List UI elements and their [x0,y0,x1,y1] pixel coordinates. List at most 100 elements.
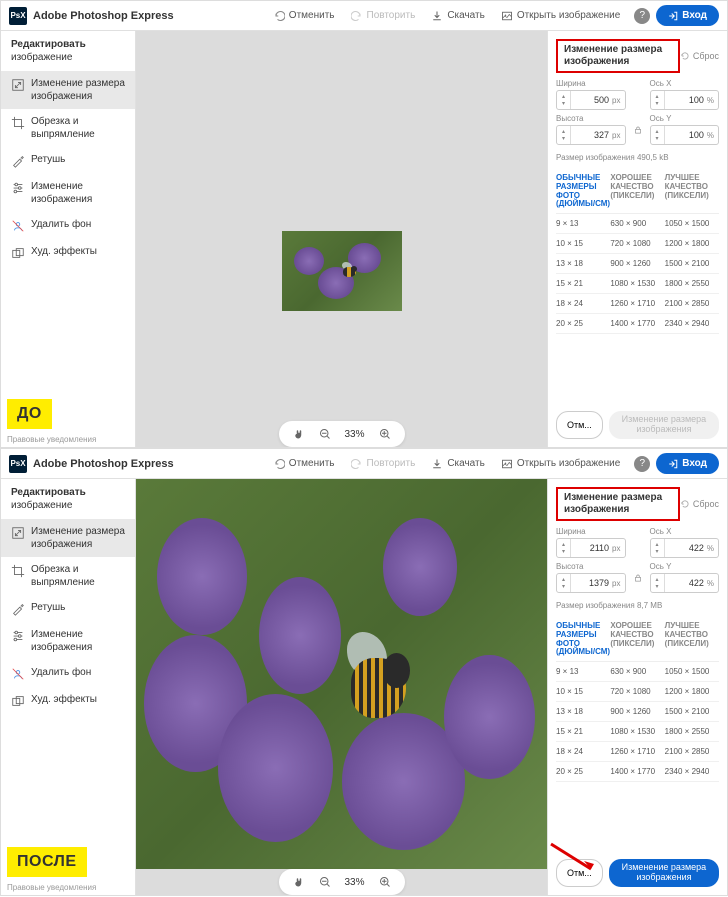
before-badge: ДО [7,399,52,429]
lock-icon[interactable] [633,125,643,135]
canvas: 33% [136,31,547,447]
crop-icon [11,116,25,130]
axisy-input[interactable]: ▴▾100% [650,125,720,145]
sidebar-item-resize[interactable]: Изменение размера изображения [1,71,135,109]
zoom-bar: 33% [278,869,404,895]
redo-button[interactable]: Повторить [343,454,424,474]
table-row[interactable]: 13 × 18900 × 12601500 × 2100 [556,702,719,722]
removebg-icon [11,667,25,681]
reset-button[interactable]: Сброс [680,499,719,509]
sidebar-item-resize[interactable]: Изменение размера изображения [1,519,135,557]
sidebar-item-removebg[interactable]: Удалить фон [1,660,135,687]
table-row[interactable]: 15 × 211080 × 15301800 × 2550 [556,274,719,294]
resize-icon [11,526,25,540]
sidebar-item-retouch[interactable]: Ретушь [1,595,135,622]
height-input[interactable]: ▴▾1379px [556,573,626,593]
sidebar-item-crop[interactable]: Обрезка и выпрямление [1,109,135,147]
right-panel: Изменение размера изображения Сброс Шири… [547,31,727,447]
stepper-icon[interactable]: ▴▾ [651,126,665,144]
width-input[interactable]: ▴▾2110px [556,538,626,558]
lock-icon[interactable] [633,573,643,583]
axisy-label: Ось Y [650,562,720,571]
table-row[interactable]: 18 × 241260 × 17102100 × 2850 [556,294,719,314]
stepper-icon[interactable]: ▴▾ [557,91,571,109]
table-row[interactable]: 10 × 15720 × 10801200 × 1800 [556,682,719,702]
apply-button[interactable]: Изменение размера изображения [609,411,719,439]
app-after: PsX Adobe Photoshop Express Отменить Пов… [0,448,728,896]
zoom-in-icon[interactable] [379,876,391,888]
legal-link[interactable]: Правовые уведомления [7,883,96,892]
help-icon[interactable]: ? [634,456,650,472]
login-button[interactable]: Вход [656,453,719,474]
apply-button[interactable]: Изменение размера изображения [609,859,719,887]
sidebar-item-adjust[interactable]: Изменение изображения [1,622,135,660]
sidebar-item-adjust[interactable]: Изменение изображения [1,174,135,212]
zoom-out-icon[interactable] [318,428,330,440]
download-icon [431,458,443,470]
axisy-input[interactable]: ▴▾422% [650,573,720,593]
download-button[interactable]: Скачать [423,454,493,474]
adjust-icon [11,629,25,643]
reset-button[interactable]: Сброс [680,51,719,61]
sidebar-item-crop[interactable]: Обрезка и выпрямление [1,557,135,595]
filesize: Размер изображения 8,7 MB [556,601,719,610]
sidebar-item-retouch[interactable]: Ретушь [1,147,135,174]
removebg-icon [11,219,25,233]
axisy-label: Ось Y [650,114,720,123]
sidebar-item-effects[interactable]: Худ. эффекты [1,239,135,266]
stepper-icon[interactable]: ▴▾ [557,574,571,592]
width-label: Ширина [556,527,626,536]
table-row[interactable]: 10 × 15720 × 10801200 × 1800 [556,234,719,254]
table-row[interactable]: 18 × 241260 × 17102100 × 2850 [556,742,719,762]
app-title: Adobe Photoshop Express [33,458,174,470]
table-row[interactable]: 20 × 251400 × 17702340 × 2940 [556,762,719,782]
sidebar-item-removebg[interactable]: Удалить фон [1,212,135,239]
open-image-button[interactable]: Открыть изображение [493,6,628,26]
width-input[interactable]: ▴▾500px [556,90,626,110]
axisx-input[interactable]: ▴▾100% [650,90,720,110]
table-row[interactable]: 9 × 13630 × 9001050 × 1500 [556,662,719,682]
help-icon[interactable]: ? [634,8,650,24]
redo-button[interactable]: Повторить [343,6,424,26]
app-logo: PsX [9,455,27,473]
canvas-image[interactable] [136,479,547,869]
app-title: Adobe Photoshop Express [33,10,174,22]
zoom-in-icon[interactable] [379,428,391,440]
table-row[interactable]: 9 × 13630 × 9001050 × 1500 [556,214,719,234]
open-image-button[interactable]: Открыть изображение [493,454,628,474]
retouch-icon [11,154,25,168]
stepper-icon[interactable]: ▴▾ [557,539,571,557]
download-button[interactable]: Скачать [423,6,493,26]
login-button[interactable]: Вход [656,5,719,26]
width-label: Ширина [556,79,626,88]
zoom-out-icon[interactable] [318,876,330,888]
stepper-icon[interactable]: ▴▾ [651,539,665,557]
reset-icon [680,499,690,509]
login-icon [668,459,678,469]
legal-link[interactable]: Правовые уведомления [7,435,96,444]
hand-icon[interactable] [292,876,304,888]
stepper-icon[interactable]: ▴▾ [651,574,665,592]
sidebar-item-effects[interactable]: Худ. эффекты [1,687,135,714]
panel-title: Изменение размера изображения [556,39,680,73]
undo-button[interactable]: Отменить [265,6,343,26]
table-row[interactable]: 20 × 251400 × 17702340 × 2940 [556,314,719,334]
table-row[interactable]: 15 × 211080 × 15301800 × 2550 [556,722,719,742]
zoom-value: 33% [344,877,364,888]
zoom-bar: 33% [278,421,404,447]
height-input[interactable]: ▴▾327px [556,125,626,145]
stepper-icon[interactable]: ▴▾ [557,126,571,144]
canvas-image[interactable] [282,231,402,311]
sidebar-subtitle: изображение [1,52,135,71]
axisx-input[interactable]: ▴▾422% [650,538,720,558]
undo-button[interactable]: Отменить [265,454,343,474]
cancel-button[interactable]: Отм... [556,859,603,887]
reset-icon [680,51,690,61]
stepper-icon[interactable]: ▴▾ [651,91,665,109]
axisx-label: Ось X [650,527,720,536]
cancel-button[interactable]: Отм... [556,411,603,439]
height-label: Высота [556,114,626,123]
hand-icon[interactable] [292,428,304,440]
table-row[interactable]: 13 × 18900 × 12601500 × 2100 [556,254,719,274]
undo-icon [273,10,285,22]
